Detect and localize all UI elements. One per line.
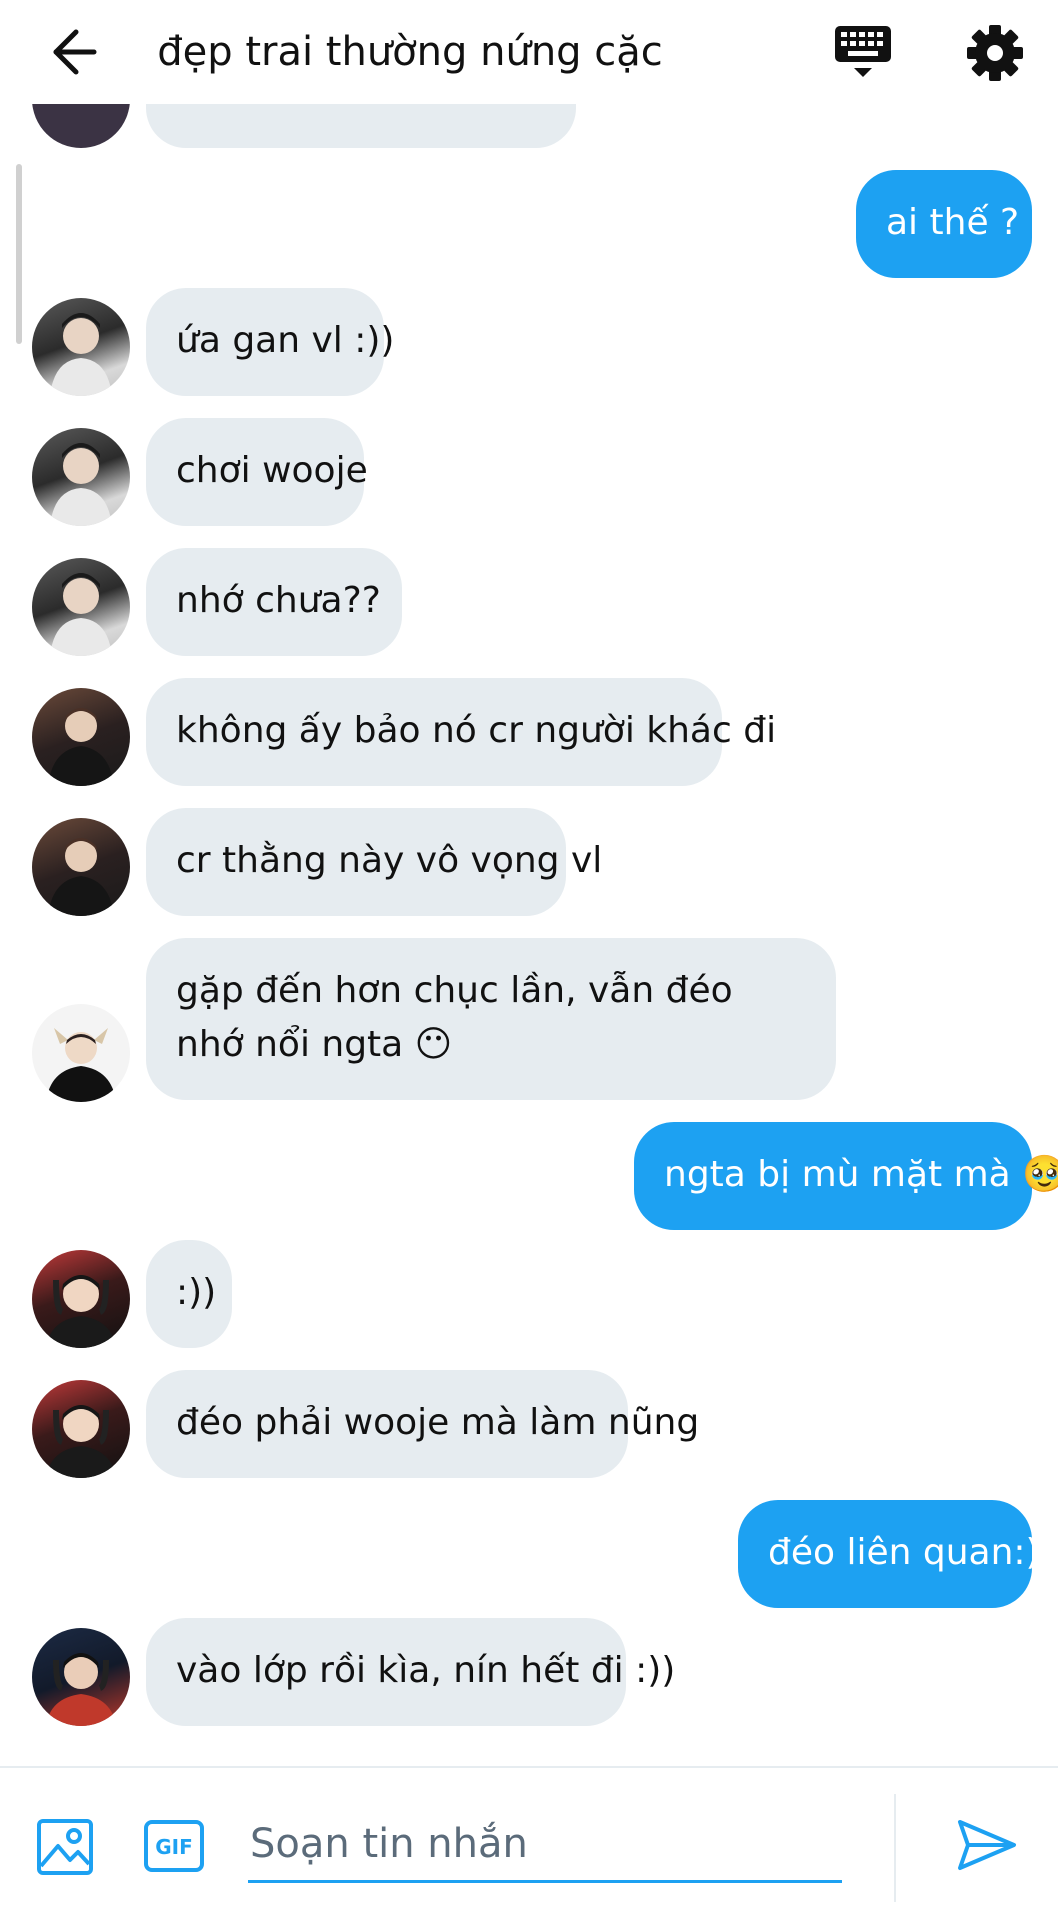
message-bubble-outgoing[interactable]: ngta bị mù mặt mà 🥹 xyxy=(634,1122,1058,1230)
avatar[interactable] xyxy=(32,104,130,148)
avatar-photo xyxy=(46,1028,116,1102)
message-bubble-incoming[interactable] xyxy=(146,104,576,148)
avatar-photo xyxy=(50,443,112,526)
message-composer: GIF xyxy=(0,1766,1058,1922)
avatar[interactable] xyxy=(32,818,130,916)
message-bubble-incoming[interactable]: không ấy bảo nó cr người khác đi xyxy=(146,678,776,786)
image-button[interactable] xyxy=(36,1818,94,1876)
gear-icon xyxy=(967,25,1023,81)
message-bubble-incoming[interactable]: nhớ chưa?? xyxy=(146,548,402,656)
composer-divider xyxy=(894,1794,896,1902)
scrollbar[interactable] xyxy=(16,164,22,344)
message-bubble-incoming[interactable]: gặp đến hơn chục lần, vẫn đéo nhớ nổi ng… xyxy=(146,938,836,1100)
message-bubble-outgoing[interactable]: đéo liên quan:)) xyxy=(738,1500,1054,1608)
message-bubble-incoming[interactable]: cr thằng này vô vọng vl xyxy=(146,808,602,916)
message-bubble-incoming[interactable]: đéo phải wooje mà làm nũng xyxy=(146,1370,699,1478)
avatar[interactable] xyxy=(32,1380,130,1478)
compose-input[interactable] xyxy=(248,1808,842,1883)
avatar[interactable] xyxy=(32,1004,130,1102)
send-icon xyxy=(958,1820,1016,1870)
settings-button[interactable] xyxy=(962,20,1028,86)
back-button[interactable] xyxy=(42,22,106,82)
back-arrow-icon xyxy=(53,29,97,75)
keyboard-icon xyxy=(835,26,891,77)
gif-button[interactable]: GIF xyxy=(144,1820,204,1872)
avatar[interactable] xyxy=(32,1628,130,1726)
send-button[interactable] xyxy=(954,1812,1020,1878)
message-bubble-incoming[interactable]: :)) xyxy=(146,1240,232,1348)
message-bubble-incoming[interactable]: chơi wooje xyxy=(146,418,368,526)
avatar[interactable] xyxy=(32,558,130,656)
gif-icon: GIF xyxy=(144,1820,204,1872)
gif-label: GIF xyxy=(155,1835,193,1859)
avatar[interactable] xyxy=(32,1250,130,1348)
message-bubble-incoming[interactable]: vào lớp rồi kìa, nín hết đi :)) xyxy=(146,1618,675,1726)
avatar-photo xyxy=(48,838,114,916)
avatar-photo xyxy=(48,708,114,786)
avatar[interactable] xyxy=(32,428,130,526)
avatar-photo xyxy=(50,573,112,656)
message-list[interactable]: ai thế ? ứa gan vl :)) chơi wooje nhớ ch… xyxy=(0,104,1058,1766)
chat-header: đẹp trai thường nứng cặc xyxy=(0,0,1058,104)
conversation-title: đẹp trai thường nứng cặc xyxy=(157,29,663,75)
avatar-photo xyxy=(50,313,112,396)
keyboard-button[interactable] xyxy=(830,20,896,86)
avatar-photo xyxy=(46,1653,116,1726)
avatar[interactable] xyxy=(32,298,130,396)
avatar-photo xyxy=(46,1405,116,1478)
avatar-photo xyxy=(46,1275,116,1348)
message-bubble-incoming[interactable]: ứa gan vl :)) xyxy=(146,288,394,396)
image-icon xyxy=(37,1819,93,1875)
avatar[interactable] xyxy=(32,688,130,786)
message-bubble-outgoing[interactable]: ai thế ? xyxy=(856,170,1032,278)
